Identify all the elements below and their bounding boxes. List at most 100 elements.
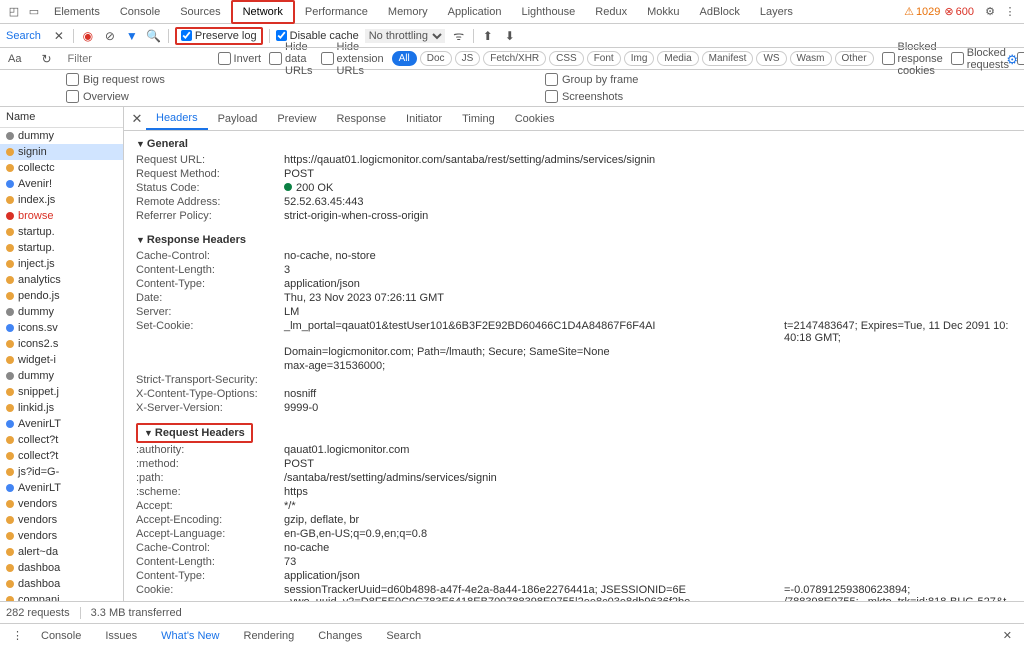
settings-icon[interactable]: ⚙ xyxy=(980,2,1000,22)
request-row[interactable]: snippet.j xyxy=(0,384,123,400)
pill-media[interactable]: Media xyxy=(657,51,698,66)
record-icon[interactable]: ◉ xyxy=(80,28,96,44)
pill-manifest[interactable]: Manifest xyxy=(702,51,754,66)
request-row[interactable]: pendo.js xyxy=(0,288,123,304)
pill-fetch-xhr[interactable]: Fetch/XHR xyxy=(483,51,546,66)
search-icon[interactable]: 🔍 xyxy=(146,28,162,44)
pill-all[interactable]: All xyxy=(392,51,417,66)
general-section[interactable]: ▼General xyxy=(136,135,1012,153)
response-headers-section[interactable]: ▼Response Headers xyxy=(136,231,1012,249)
close-search-icon[interactable]: ✕ xyxy=(51,28,67,44)
request-row[interactable]: startup. xyxy=(0,224,123,240)
request-row[interactable]: vendors xyxy=(0,496,123,512)
invert-checkbox[interactable]: Invert xyxy=(218,52,262,65)
overview-checkbox[interactable]: Overview xyxy=(66,90,165,103)
request-row[interactable]: linkid.js xyxy=(0,400,123,416)
request-row[interactable]: icons2.s xyxy=(0,336,123,352)
drawer-close-icon[interactable]: ✕ xyxy=(997,629,1018,642)
tab-memory[interactable]: Memory xyxy=(378,2,438,22)
warnings-badge[interactable]: ⚠ 1029 xyxy=(904,5,940,18)
request-row[interactable]: dashboa xyxy=(0,560,123,576)
dtab-initiator[interactable]: Initiator xyxy=(396,109,452,129)
dtab-timing[interactable]: Timing xyxy=(452,109,505,129)
request-row[interactable]: icons.sv xyxy=(0,320,123,336)
request-row[interactable]: widget-i xyxy=(0,352,123,368)
tab-network[interactable]: Network xyxy=(231,0,295,24)
tab-elements[interactable]: Elements xyxy=(44,2,110,22)
request-row[interactable]: alert~da xyxy=(0,544,123,560)
tab-console[interactable]: Console xyxy=(110,2,170,22)
clear-icon[interactable]: ⊘ xyxy=(102,28,118,44)
btab-rendering[interactable]: Rendering xyxy=(232,626,307,646)
tab-layers[interactable]: Layers xyxy=(750,2,803,22)
device-icon[interactable]: ▭ xyxy=(24,2,44,22)
dtab-headers[interactable]: Headers xyxy=(146,108,208,130)
group-frame-checkbox[interactable]: Group by frame xyxy=(545,73,638,86)
pill-font[interactable]: Font xyxy=(587,51,621,66)
dtab-response[interactable]: Response xyxy=(326,109,396,129)
pill-js[interactable]: JS xyxy=(455,51,481,66)
request-row[interactable]: collectc xyxy=(0,160,123,176)
request-row[interactable]: collect?t xyxy=(0,432,123,448)
request-row[interactable]: compani xyxy=(0,592,123,601)
refresh-icon[interactable]: ↻ xyxy=(41,52,51,66)
request-row[interactable]: Avenir! xyxy=(0,176,123,192)
sidebar-header[interactable]: Name xyxy=(0,107,123,128)
btab-search[interactable]: Search xyxy=(374,626,433,646)
request-row[interactable]: dummy xyxy=(0,304,123,320)
panel-settings-icon[interactable]: ⚙ xyxy=(1006,52,1018,68)
request-row[interactable]: dummy xyxy=(0,368,123,384)
dtab-payload[interactable]: Payload xyxy=(208,109,268,129)
more-icon[interactable]: ⋮ xyxy=(1000,2,1020,22)
big-rows-checkbox[interactable]: Big request rows xyxy=(66,73,165,86)
request-row[interactable]: startup. xyxy=(0,240,123,256)
request-row[interactable]: collect?t xyxy=(0,448,123,464)
inspect-icon[interactable]: ◰ xyxy=(4,2,24,22)
filter-icon[interactable]: ▼ xyxy=(124,28,140,44)
tab-redux[interactable]: Redux xyxy=(585,2,637,22)
pill-doc[interactable]: Doc xyxy=(420,51,452,66)
request-row[interactable]: signin xyxy=(0,144,123,160)
dtab-preview[interactable]: Preview xyxy=(267,109,326,129)
request-row[interactable]: inject.js xyxy=(0,256,123,272)
dtab-cookies[interactable]: Cookies xyxy=(505,109,565,129)
request-row[interactable]: index.js xyxy=(0,192,123,208)
tab-lighthouse[interactable]: Lighthouse xyxy=(511,2,585,22)
request-row[interactable]: js?id=G- xyxy=(0,464,123,480)
search-toggle[interactable]: Search xyxy=(6,30,45,42)
pill-css[interactable]: CSS xyxy=(549,51,584,66)
pill-other[interactable]: Other xyxy=(835,51,874,66)
tab-adblock[interactable]: AdBlock xyxy=(690,2,750,22)
request-row[interactable]: analytics xyxy=(0,272,123,288)
filter-input[interactable] xyxy=(68,53,210,65)
request-row[interactable]: vendors xyxy=(0,528,123,544)
match-case[interactable]: Aa xyxy=(4,53,25,65)
btab-whatsnew[interactable]: What's New xyxy=(149,626,231,646)
tab-performance[interactable]: Performance xyxy=(295,2,378,22)
blocked-requests-checkbox[interactable]: Blocked requests xyxy=(951,47,1009,71)
screenshots-checkbox[interactable]: Screenshots xyxy=(545,90,638,103)
tab-mokku[interactable]: Mokku xyxy=(637,2,689,22)
request-headers-section[interactable]: ▼Request Headers xyxy=(136,423,253,443)
tab-application[interactable]: Application xyxy=(438,2,512,22)
request-row[interactable]: vendors xyxy=(0,512,123,528)
preserve-log-checkbox[interactable]: Preserve log xyxy=(181,30,257,42)
tab-sources[interactable]: Sources xyxy=(170,2,230,22)
request-row[interactable]: AvenirLT xyxy=(0,416,123,432)
close-detail-icon[interactable]: ✕ xyxy=(128,111,146,127)
request-row[interactable]: browse xyxy=(0,208,123,224)
drawer-menu-icon[interactable]: ⋮ xyxy=(6,629,29,642)
download-icon[interactable]: ⬇ xyxy=(502,28,518,44)
pill-wasm[interactable]: Wasm xyxy=(790,51,832,66)
pill-img[interactable]: Img xyxy=(624,51,655,66)
request-row[interactable]: dashboa xyxy=(0,576,123,592)
pill-ws[interactable]: WS xyxy=(756,51,786,66)
upload-icon[interactable]: ⬆ xyxy=(480,28,496,44)
request-row[interactable]: dummy xyxy=(0,128,123,144)
disable-cache-checkbox[interactable]: Disable cache xyxy=(276,30,359,42)
request-row[interactable]: AvenirLT xyxy=(0,480,123,496)
errors-badge[interactable]: ⊗ 600 xyxy=(944,5,974,18)
btab-changes[interactable]: Changes xyxy=(306,626,374,646)
btab-issues[interactable]: Issues xyxy=(93,626,149,646)
wifi-icon[interactable]: ᯤ xyxy=(451,28,467,44)
